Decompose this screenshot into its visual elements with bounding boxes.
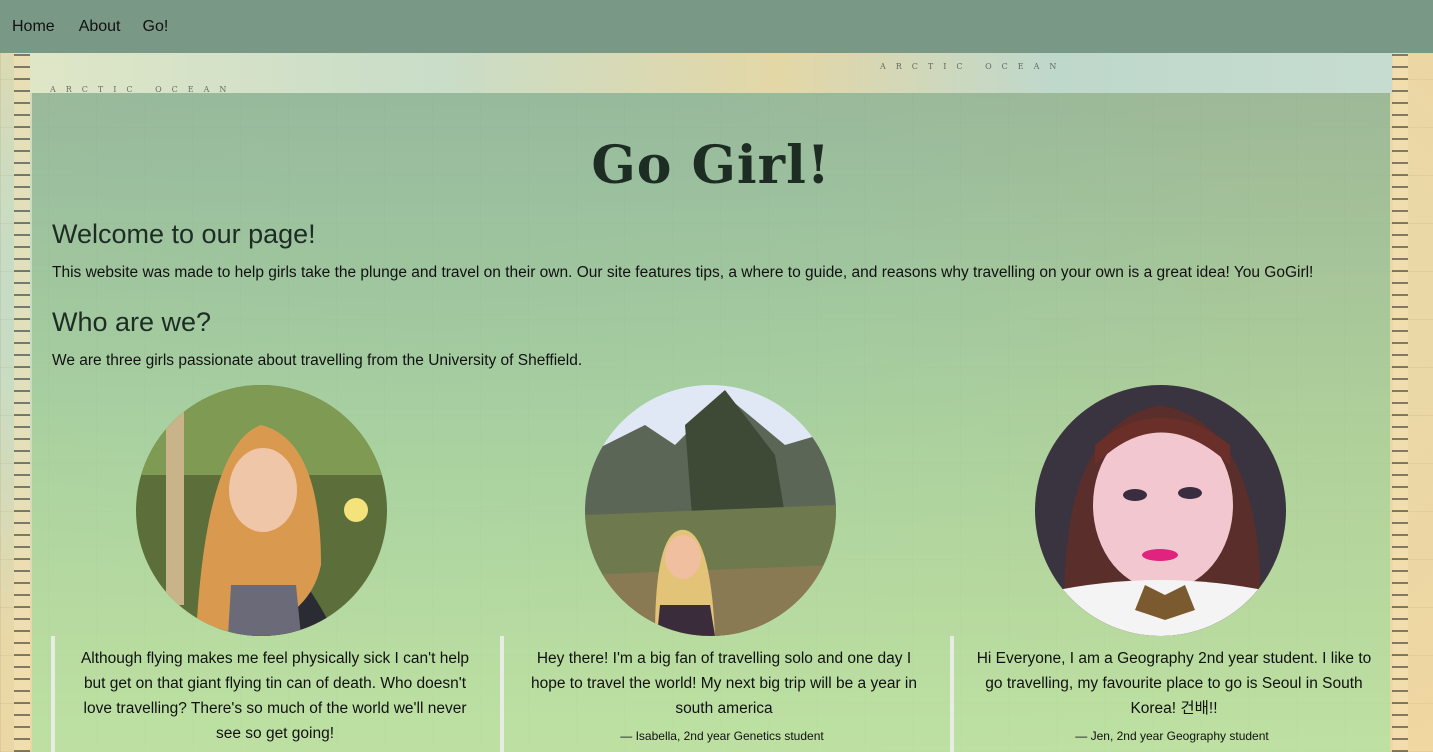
- page-title: Go Girl!: [591, 135, 831, 196]
- profile-quote-3: Hi Everyone, I am a Geography 2nd year s…: [950, 636, 1390, 752]
- profile-quote-1: Although flying makes me feel physically…: [51, 636, 491, 752]
- map-label: ARCTIC OCEAN: [880, 62, 1067, 71]
- main-content-panel: Go Girl! Welcome to our page! This websi…: [32, 93, 1390, 752]
- profile-photo-3: [1035, 385, 1286, 636]
- portrait-image: [136, 385, 387, 636]
- quote-author: — Isabella, 2nd year Genetics student: [620, 729, 824, 743]
- map-border-right: [1392, 53, 1408, 752]
- welcome-text: This website was made to help girls take…: [52, 264, 1314, 281]
- map-top-strip: ARCTIC OCEAN ARCTIC OCEAN: [30, 53, 1392, 94]
- quote-text: Although flying makes me feel physically…: [80, 650, 470, 742]
- nav-home-link[interactable]: Home: [12, 18, 55, 36]
- quote-author: — Jen, 2nd year Geography student: [1075, 729, 1269, 743]
- who-text: We are three girls passionate about trav…: [52, 352, 583, 369]
- quote-text: Hi Everyone, I am a Geography 2nd year s…: [976, 650, 1372, 717]
- who-heading: Who are we?: [52, 307, 212, 337]
- map-border-left: [14, 53, 30, 752]
- welcome-heading: Welcome to our page!: [52, 219, 316, 249]
- machu-picchu-image: [585, 385, 836, 636]
- top-navbar: Home About Go!: [0, 0, 1433, 53]
- profile-photo-2: [585, 385, 836, 636]
- profile-photo-1: [136, 385, 387, 636]
- portrait-image: [1035, 385, 1286, 636]
- nav-go-link[interactable]: Go!: [143, 18, 169, 36]
- nav-about-link[interactable]: About: [79, 18, 121, 36]
- profile-quote-2: Hey there! I'm a big fan of travelling s…: [500, 636, 940, 752]
- quote-text: Hey there! I'm a big fan of travelling s…: [531, 650, 917, 717]
